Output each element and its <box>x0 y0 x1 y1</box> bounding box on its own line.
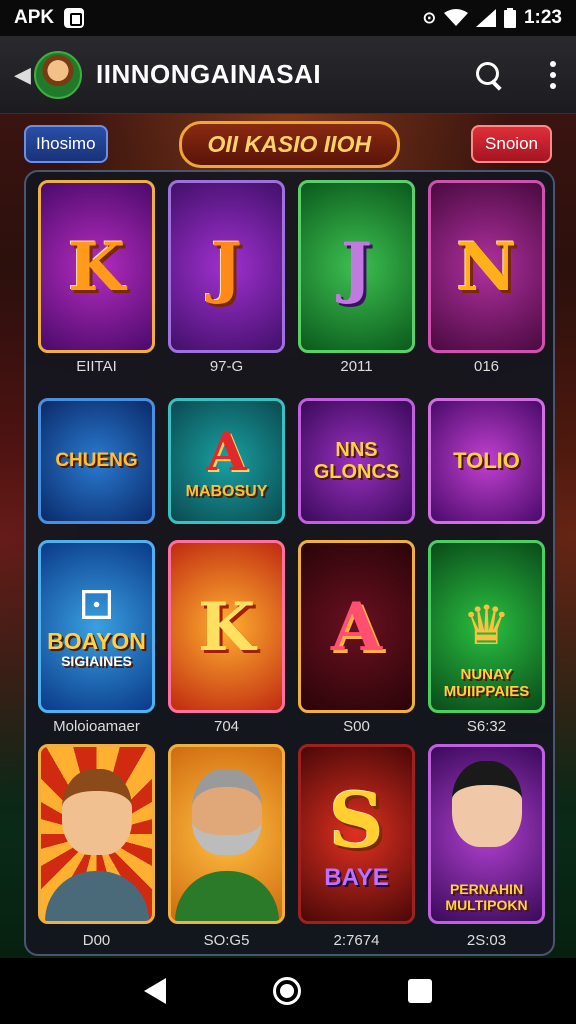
apk-notification-icon <box>64 8 85 28</box>
app-title: IINNONGAINASAI <box>96 59 322 89</box>
game-tile-a-red[interactable]: A <box>298 540 415 713</box>
game-tile-j-green[interactable]: J <box>298 180 415 353</box>
app-bar: ◀ IINNONGAINASAI <box>0 36 576 114</box>
home-tab-button[interactable]: Ihosimo <box>24 125 108 163</box>
crown-icon: ♛ <box>462 596 511 656</box>
game-caption: 97-G <box>209 358 244 375</box>
game-tile-nns-glongs[interactable]: NNS GLONCS <box>298 398 415 524</box>
game-tile-k[interactable]: K <box>38 180 155 353</box>
game-title: A <box>206 421 247 483</box>
game-tile-chueng[interactable]: CHUENG <box>38 398 155 524</box>
game-tile-s-baye[interactable]: S BAYE <box>298 744 415 924</box>
game-title: NNS GLONCS <box>313 439 400 483</box>
game-grid: K ΕΙΙΤΑΙ J 97-G J 2011 N 016 CHUENG A MA… <box>24 170 555 956</box>
game-title: K <box>67 227 126 306</box>
carrier-label: APK <box>14 7 55 28</box>
game-tile-n[interactable]: N <box>428 180 545 353</box>
battery-icon <box>503 8 516 28</box>
character-portrait <box>61 769 132 855</box>
game-tile-a-mabosuy[interactable]: A MABOSUY <box>168 398 285 524</box>
game-tile-woman[interactable] <box>38 744 155 924</box>
character-body <box>44 871 149 921</box>
game-tile-tolio[interactable]: TOLIO <box>428 398 545 524</box>
game-caption: D00 <box>82 932 111 949</box>
dice-icon: ⚀ <box>79 584 114 629</box>
game-subtitle: MABOSUY <box>185 482 268 500</box>
game-caption: S6:32 <box>466 718 507 735</box>
character-body <box>174 871 279 921</box>
game-title: J <box>210 227 243 306</box>
character-portrait <box>191 769 262 855</box>
game-tile-boayon[interactable]: ⚀ BOAYON SIGIAINES <box>38 540 155 713</box>
game-title: S <box>329 776 384 866</box>
game-title: PERNAHIN MULTIPOKN <box>445 881 528 913</box>
game-caption: 2011 <box>340 358 373 375</box>
game-caption: S00 <box>343 718 370 735</box>
game-caption: ΕΙΙΤΑΙ <box>76 358 117 375</box>
status-bar: APK ⊙ 1:23 <box>0 0 576 36</box>
game-title: A <box>330 587 383 666</box>
back-icon[interactable]: ◀ <box>14 62 32 88</box>
promo-button[interactable]: Snoion <box>471 125 552 163</box>
game-title: BOAYON <box>47 628 146 655</box>
game-subtitle: BAYE <box>324 864 389 892</box>
location-icon: ⊙ <box>422 10 436 27</box>
game-tile-multipaies[interactable]: ♛ NUNAY MUIIPPAIES <box>428 540 545 713</box>
game-caption: SO:G5 <box>203 932 250 949</box>
game-caption: 704 <box>213 718 240 735</box>
more-vert-icon[interactable] <box>544 60 562 89</box>
game-title: J <box>340 227 373 306</box>
nav-home-icon[interactable] <box>272 977 301 1005</box>
game-caption: 016 <box>473 358 500 375</box>
game-tile-j[interactable]: J <box>168 180 285 353</box>
game-title: NUNAY MUIIPPAIES <box>443 666 530 700</box>
game-tile-pernahin[interactable]: PERNAHIN MULTIPOKN <box>428 744 545 924</box>
search-icon[interactable] <box>474 60 504 90</box>
character-portrait <box>451 761 522 847</box>
game-tile-old-man[interactable] <box>168 744 285 924</box>
game-tile-k-orange[interactable]: K <box>168 540 285 713</box>
game-title: K <box>197 587 256 666</box>
game-caption: 2S:03 <box>466 932 507 949</box>
wifi-icon <box>443 9 468 26</box>
game-caption: 2:7674 <box>333 932 380 949</box>
game-caption: Moloioamaer <box>53 718 140 735</box>
nav-recent-icon[interactable] <box>408 979 433 1003</box>
navigation-bar <box>0 958 576 1024</box>
game-title: TOLIO <box>453 447 520 473</box>
game-title: CHUENG <box>55 449 138 471</box>
avatar[interactable] <box>34 50 82 99</box>
signal-icon <box>475 9 496 27</box>
game-subtitle: SIGIAINES <box>61 653 132 670</box>
game-title: N <box>456 227 517 306</box>
clock: 1:23 <box>523 7 562 28</box>
casino-banner[interactable]: OII KASIO IIOH <box>178 120 401 168</box>
nav-back-icon[interactable] <box>143 978 166 1004</box>
top-strip: Ihosimo OII KASIO IIOH Snoion <box>0 114 576 174</box>
